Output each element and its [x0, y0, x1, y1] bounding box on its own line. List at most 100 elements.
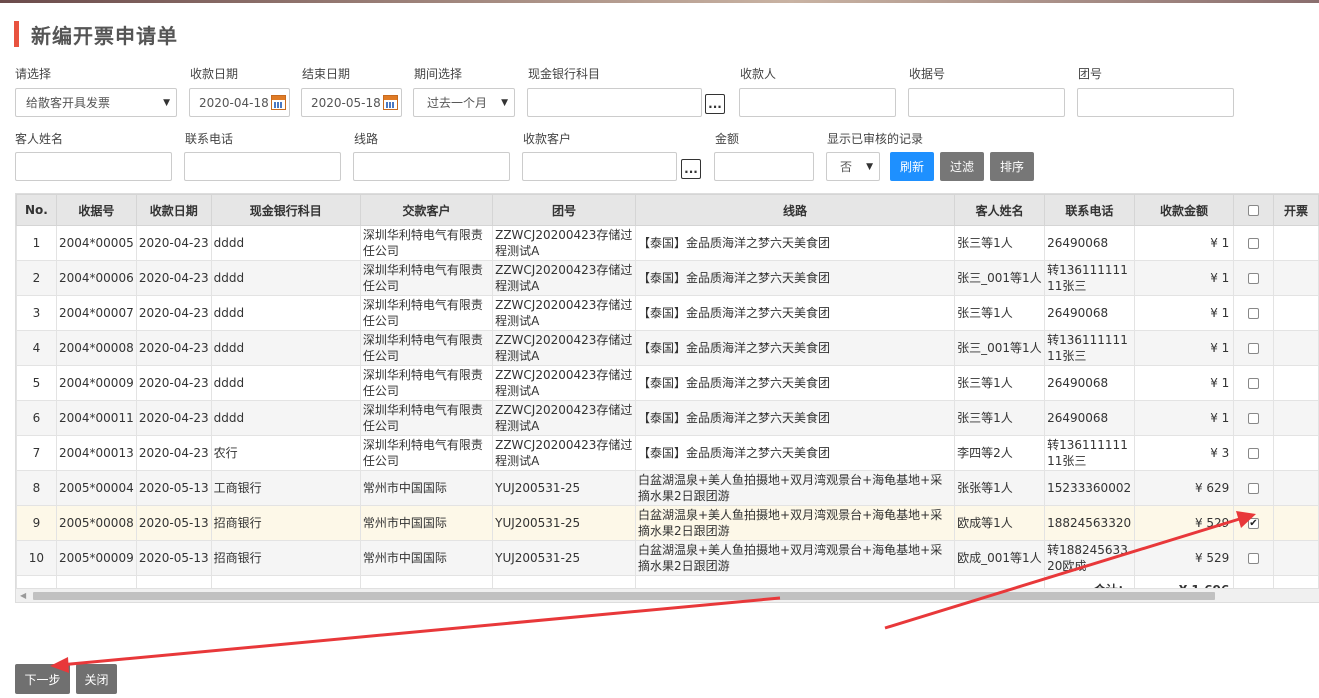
close-button[interactable]: 关闭 — [76, 664, 117, 694]
cell-group: ZZWCJ20200423存储过程测试A — [492, 330, 636, 366]
cell-select[interactable] — [1233, 330, 1275, 366]
cell-receipt: 2004*00005 — [55, 225, 137, 261]
customer-picker-button[interactable]: ... — [681, 159, 701, 179]
cell-group: YUJ200531-25 — [492, 470, 636, 506]
row-checkbox[interactable] — [1248, 238, 1260, 249]
invoice-type-select[interactable]: 给散客开具发票 ▼ — [15, 88, 177, 117]
cash-bank-picker-button[interactable]: ... — [705, 94, 725, 114]
chevron-down-icon: ▼ — [163, 98, 170, 108]
table-row[interactable]: 3 2004*00007 2020-04-23 dddd 深圳华利特电气有限责任公司 ZZ… — [16, 295, 1319, 331]
cell-bank: dddd — [210, 330, 361, 366]
calendar-icon[interactable] — [383, 95, 398, 110]
cell-guest: 张三等1人 — [954, 295, 1046, 331]
select-all-checkbox[interactable] — [1248, 205, 1260, 216]
cell-no: 3 — [16, 295, 57, 331]
page-header: 新编开票申请单 — [14, 20, 178, 48]
calendar-icon[interactable] — [271, 95, 286, 110]
horizontal-scrollbar[interactable]: ◀ — [16, 588, 1319, 602]
cell-route: 【泰国】金品质海洋之梦六天美食团 — [634, 225, 956, 261]
scroll-left-icon[interactable]: ◀ — [20, 591, 26, 600]
cell-select[interactable] — [1233, 400, 1275, 436]
next-step-button[interactable]: 下一步 — [15, 664, 70, 694]
column-header: 交款客户 — [359, 194, 494, 226]
cell-bank: dddd — [210, 365, 361, 401]
top-banner-strip — [0, 0, 1319, 3]
period-select[interactable]: 过去一个月 ▼ — [413, 88, 515, 117]
table-row[interactable]: 1 2004*00005 2020-04-23 dddd 深圳华利特电气有限责任公司 ZZ… — [16, 225, 1319, 261]
row-checkbox[interactable] — [1248, 483, 1260, 494]
cell-date: 2020-05-13 — [135, 470, 212, 506]
cell-select[interactable] — [1233, 435, 1275, 471]
cell-date: 2020-04-23 — [135, 435, 212, 471]
column-header: No. — [16, 194, 57, 226]
payee-input[interactable] — [739, 88, 896, 117]
row-checkbox[interactable] — [1248, 516, 1260, 532]
show-audited-select[interactable]: 否 ▼ — [826, 152, 880, 181]
cell-customer: 常州市中国国际 — [359, 505, 494, 541]
receipts-table: No. 收据号 收款日期 现金银行科目 交款客户 团号 线路 客人姓名 联系电话 收款金额 开票 1… — [16, 194, 1319, 602]
cell-phone: 转13611111111张三 — [1044, 260, 1135, 296]
cell-bank: 农行 — [210, 435, 361, 471]
filter-button[interactable]: 过滤 — [940, 152, 984, 181]
select-all-header[interactable] — [1233, 194, 1275, 226]
row-checkbox[interactable] — [1248, 308, 1260, 319]
row-checkbox[interactable] — [1248, 378, 1260, 389]
cell-receipt: 2004*00008 — [55, 330, 137, 366]
period-label: 期间选择 — [414, 67, 463, 81]
cell-invoice — [1273, 295, 1319, 331]
cell-no: 2 — [16, 260, 57, 296]
cell-invoice — [1273, 540, 1319, 576]
cell-customer: 深圳华利特电气有限责任公司 — [359, 225, 494, 261]
guest-name-input[interactable] — [15, 152, 172, 181]
refresh-button[interactable]: 刷新 — [890, 152, 934, 181]
title-accent-bar — [14, 21, 19, 47]
cell-select[interactable] — [1233, 225, 1275, 261]
table-row[interactable]: 8 2005*00004 2020-05-13 工商银行 常州市中国国际 YUJ20053… — [16, 470, 1319, 506]
invoice-type-value: 给散客开具发票 — [26, 96, 111, 110]
cash-bank-input[interactable] — [527, 88, 702, 117]
end-date-value: 2020-05-18 — [311, 95, 381, 110]
group-no-input[interactable] — [1077, 88, 1234, 117]
amount-input[interactable] — [714, 152, 814, 181]
end-date-input[interactable]: 2020-05-18 — [301, 88, 402, 117]
table-row[interactable]: 5 2004*00009 2020-04-23 dddd 深圳华利特电气有限责任公司 ZZ… — [16, 365, 1319, 401]
cell-guest: 张三等1人 — [954, 400, 1046, 436]
cell-phone: 26490068 — [1044, 295, 1135, 331]
cell-select[interactable] — [1233, 505, 1275, 541]
cell-route: 【泰国】金品质海洋之梦六天美食团 — [634, 260, 956, 296]
cell-group: YUJ200531-25 — [492, 540, 636, 576]
row-checkbox[interactable] — [1248, 343, 1260, 354]
cell-receipt: 2005*00008 — [55, 505, 137, 541]
end-date-label: 结束日期 — [302, 67, 351, 81]
row-checkbox[interactable] — [1248, 273, 1260, 284]
cell-select[interactable] — [1233, 260, 1275, 296]
receipt-no-input[interactable] — [908, 88, 1065, 117]
route-input[interactable] — [353, 152, 510, 181]
table-row[interactable]: 7 2004*00013 2020-04-23 农行 深圳华利特电气有限责任公司 ZZWC… — [16, 435, 1319, 471]
cell-route: 【泰国】金品质海洋之梦六天美食团 — [634, 365, 956, 401]
cell-select[interactable] — [1233, 540, 1275, 576]
sort-button[interactable]: 排序 — [990, 152, 1034, 181]
receive-date-input[interactable]: 2020-04-18 — [189, 88, 290, 117]
row-checkbox[interactable] — [1248, 413, 1260, 424]
cell-select[interactable] — [1233, 295, 1275, 331]
period-value: 过去一个月 — [427, 96, 488, 110]
cell-invoice — [1273, 365, 1319, 401]
table-row[interactable]: 4 2004*00008 2020-04-23 dddd 深圳华利特电气有限责任公司 ZZ… — [16, 330, 1319, 366]
phone-input[interactable] — [184, 152, 341, 181]
guest-name-label: 客人姓名 — [15, 132, 64, 146]
cell-customer: 深圳华利特电气有限责任公司 — [359, 435, 494, 471]
table-row[interactable]: 9 2005*00008 2020-05-13 招商银行 常州市中国国际 YUJ20053… — [16, 505, 1319, 541]
cell-customer: 深圳华利特电气有限责任公司 — [359, 400, 494, 436]
row-checkbox[interactable] — [1248, 553, 1260, 564]
scrollbar-thumb[interactable] — [33, 592, 1215, 600]
cell-amount: ¥ 1 — [1133, 260, 1235, 296]
cell-select[interactable] — [1233, 365, 1275, 401]
cell-select[interactable] — [1233, 470, 1275, 506]
table-row[interactable]: 2 2004*00006 2020-04-23 dddd 深圳华利特电气有限责任公司 ZZ… — [16, 260, 1319, 296]
row-checkbox[interactable] — [1248, 448, 1260, 459]
table-row[interactable]: 10 2005*00009 2020-05-13 招商银行 常州市中国国际 YUJ2005… — [16, 540, 1319, 576]
table-row[interactable]: 6 2004*00011 2020-04-23 dddd 深圳华利特电气有限责任公司 ZZ… — [16, 400, 1319, 436]
cell-bank: 招商银行 — [210, 540, 361, 576]
customer-input[interactable] — [522, 152, 677, 181]
